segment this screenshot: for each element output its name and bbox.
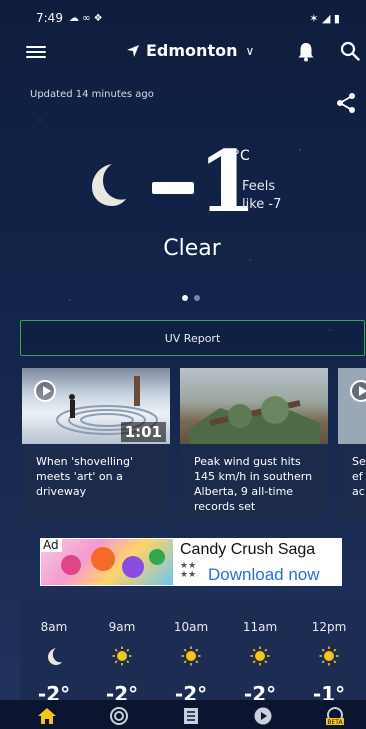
feels-like: Feels like -7 (242, 178, 281, 214)
temperature-sign (152, 182, 194, 194)
video-icon[interactable] (252, 706, 274, 726)
updated-timestamp: Updated 14 minutes ago (30, 89, 154, 100)
page-dot-1[interactable] (182, 295, 188, 301)
video-duration: 1:01 (120, 422, 166, 442)
page-dot-2[interactable] (194, 295, 200, 301)
video-carousel[interactable]: 1:01 When 'shovelling' meets 'art' on a … (22, 368, 366, 528)
video-card[interactable]: 1:01 When 'shovelling' meets 'art' on a … (22, 368, 170, 522)
moon-icon (92, 164, 126, 206)
condition-text: Clear (163, 236, 221, 261)
bottom-navigation: BETA (0, 700, 366, 729)
play-icon (34, 380, 56, 402)
location-arrow-icon (127, 44, 139, 57)
fallen-tree-image (190, 396, 320, 444)
video-card[interactable]: Se ef ac (338, 368, 366, 522)
menu-icon[interactable] (26, 43, 46, 61)
video-thumbnail (180, 368, 328, 444)
play-icon (350, 380, 366, 402)
status-time: 7:49 (36, 11, 63, 25)
feels-like-value: like -7 (242, 197, 282, 212)
beta-icon[interactable]: BETA (324, 706, 346, 726)
radar-icon[interactable] (108, 706, 130, 726)
hour-time: 12pm (311, 620, 347, 634)
sun-icon (112, 646, 132, 666)
hour-time: 8am (40, 620, 68, 634)
ad-banner[interactable]: Ad Candy Crush Saga ★★ ★★ Download now (40, 538, 342, 586)
hourly-item[interactable]: 9am -2° (97, 620, 147, 706)
hourly-item[interactable]: 8am -2° (29, 620, 79, 706)
feels-like-label: Feels (242, 179, 276, 194)
status-notification-icons: ☁ ∞ ❖ (68, 12, 103, 24)
status-system-icons: ✶ ◢ ▮ (309, 11, 340, 25)
search-icon[interactable] (340, 41, 360, 61)
video-title: Peak wind gust hits 145 km/h in southern… (194, 455, 313, 513)
star-rating-icon: ★★ ★★ (180, 561, 197, 580)
status-bar: 7:49 ☁ ∞ ❖ ✶ ◢ ▮ (0, 0, 366, 36)
page-indicator[interactable] (182, 295, 200, 301)
hourly-item[interactable]: 11am -2° (235, 620, 285, 706)
moon-icon (48, 648, 62, 665)
video-title: When 'shovelling' meets 'art' on a drive… (36, 455, 133, 498)
weather-screen: 7:49 ☁ ∞ ❖ ✶ ◢ ▮ Edmonton ∨ Updated 14 m… (0, 0, 366, 729)
bell-icon[interactable] (297, 42, 315, 62)
news-icon[interactable] (180, 706, 202, 726)
share-icon[interactable] (335, 92, 357, 114)
hour-time: 10am (173, 620, 209, 634)
svg-text:BETA: BETA (327, 719, 343, 726)
video-thumbnail: 1:01 (22, 368, 170, 444)
video-title: Se ef ac (352, 455, 366, 498)
chevron-down-icon: ∨ (245, 43, 255, 58)
video-card[interactable]: Peak wind gust hits 145 km/h in southern… (180, 368, 328, 522)
hour-time: 9am (108, 620, 136, 634)
sun-icon (181, 646, 201, 666)
ad-label: Ad (40, 538, 62, 552)
ad-download-link[interactable]: Download now (208, 565, 320, 585)
location-selector[interactable]: Edmonton ∨ (126, 41, 254, 60)
ad-title: Candy Crush Saga (180, 541, 316, 558)
sun-icon (319, 646, 339, 666)
location-name: Edmonton (146, 41, 238, 60)
hourly-forecast[interactable]: 8am -2° 9am -2° 10am -2° 11am -2° 12pm -… (20, 598, 366, 708)
uv-report-button[interactable]: UV Report (20, 320, 365, 356)
temperature-unit: °C (233, 148, 250, 164)
hourly-item[interactable]: 10am -2° (166, 620, 216, 706)
sun-icon (250, 646, 270, 666)
app-bar: Edmonton ∨ (0, 36, 366, 70)
home-icon[interactable] (36, 706, 58, 726)
video-thumbnail (338, 368, 366, 444)
hour-time: 11am (242, 620, 278, 634)
hourly-item[interactable]: 12pm -1° (304, 620, 354, 706)
